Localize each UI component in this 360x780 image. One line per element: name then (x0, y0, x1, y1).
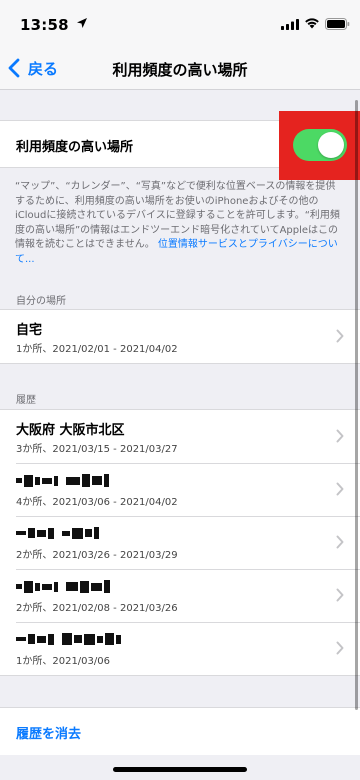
row-title: 大阪府 大阪市北区 (16, 423, 125, 438)
redacted-title (16, 580, 112, 593)
row-subtitle: 4か所、2021/03/06 - 2021/04/02 (16, 497, 178, 508)
list-item-history[interactable]: 1か所、2021/03/06 (0, 622, 360, 675)
my-places-list: 自宅 1か所、2021/02/01 - 2021/04/02 (0, 309, 360, 364)
significant-locations-label: 利用頻度の高い場所 (16, 140, 134, 155)
chevron-right-icon (336, 535, 344, 549)
chevron-right-icon (336, 641, 344, 655)
home-indicator[interactable] (113, 767, 247, 772)
list-item-history[interactable]: 4か所、2021/03/06 - 2021/04/02 (0, 463, 360, 516)
chevron-right-icon (336, 482, 344, 496)
list-item-history[interactable]: 大阪府 大阪市北区 3か所、2021/03/15 - 2021/03/27 (0, 410, 360, 463)
history-list: 大阪府 大阪市北区 3か所、2021/03/15 - 2021/03/27 4か… (0, 409, 360, 676)
chevron-right-icon (336, 588, 344, 602)
row-subtitle: 1か所、2021/02/01 - 2021/04/02 (16, 344, 178, 355)
redacted-title (16, 474, 111, 487)
cellular-signal-icon (281, 19, 299, 30)
row-subtitle: 3か所、2021/03/15 - 2021/03/27 (16, 444, 178, 455)
list-item-home[interactable]: 自宅 1か所、2021/02/01 - 2021/04/02 (0, 310, 360, 363)
significant-locations-toggle[interactable] (293, 129, 347, 161)
page-title: 利用頻度の高い場所 (112, 61, 248, 79)
navigation-bar: 戻る 利用頻度の高い場所 (0, 46, 360, 90)
section-header-my-places: 自分の場所 (16, 296, 66, 307)
row-title: 自宅 (16, 323, 43, 338)
row-subtitle: 2か所、2021/03/26 - 2021/03/29 (16, 550, 178, 561)
toggle-knob (318, 132, 344, 158)
redacted-title (16, 633, 123, 645)
clear-history-label: 履歴を消去 (16, 727, 82, 742)
redacted-title (16, 527, 101, 539)
row-subtitle: 1か所、2021/03/06 (16, 656, 110, 667)
row-subtitle: 2か所、2021/02/08 - 2021/03/26 (16, 603, 178, 614)
chevron-right-icon (336, 429, 344, 443)
description-text: “マップ”、“カレンダー”、“写真”などで便利な位置ベースの情報を提供するために… (15, 180, 345, 267)
status-time: 13:58 (20, 16, 69, 34)
list-item-history[interactable]: 2か所、2021/02/08 - 2021/03/26 (0, 569, 360, 622)
chevron-right-icon (336, 329, 344, 343)
clear-history-button[interactable]: 履歴を消去 (0, 707, 360, 755)
status-bar: 13:58 (0, 0, 360, 46)
wifi-icon (305, 18, 319, 29)
location-arrow-icon (77, 18, 87, 28)
list-item-history[interactable]: 2か所、2021/03/26 - 2021/03/29 (0, 516, 360, 569)
section-header-history: 履歴 (16, 395, 36, 406)
scrollbar[interactable] (355, 100, 358, 710)
battery-icon (325, 18, 350, 30)
